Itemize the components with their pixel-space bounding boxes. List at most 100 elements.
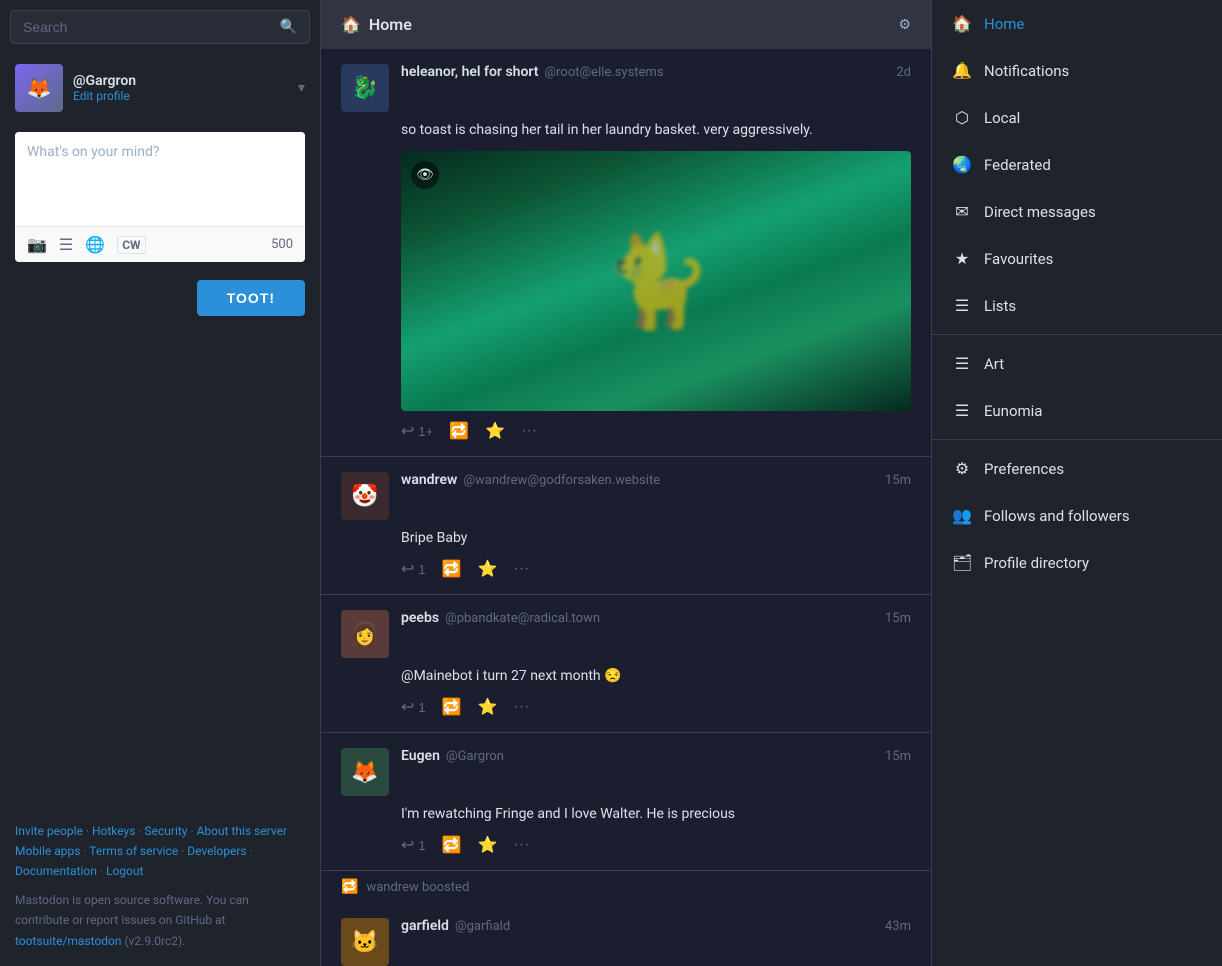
post-actions: ↩ 1 🔁 ⭐ ···: [401, 835, 911, 855]
favourite-button[interactable]: ⭐: [478, 559, 498, 579]
post-header: 🤡 wandrew @wandrew@godforsaken.website 1…: [341, 472, 911, 520]
text-icon[interactable]: ☰: [59, 235, 73, 254]
invite-people-link[interactable]: Invite people: [15, 824, 83, 838]
sidebar-item-label: Art: [984, 355, 1004, 373]
nav-divider: [932, 334, 1222, 335]
security-link[interactable]: Security: [145, 824, 188, 838]
reply-button[interactable]: ↩ 1: [401, 697, 426, 717]
column-header: 🏠 Home ⚙: [321, 0, 931, 49]
post-header: 🐉 heleanor, hel for short @root@elle.sys…: [341, 64, 911, 112]
post-author: Eugen @Gargron 15m: [401, 748, 911, 764]
sidebar-item-federated[interactable]: 🌏 Federated: [932, 141, 1222, 188]
reply-button[interactable]: ↩ 1+: [401, 421, 433, 441]
boost-indicator: 🔁 wandrew boosted: [321, 871, 931, 903]
avatar: 🐱: [341, 918, 389, 966]
globe-icon[interactable]: 🌐: [85, 235, 105, 254]
post-content: @Mainebot i turn 27 next month 😒: [401, 666, 911, 687]
center-column: 🏠 Home ⚙ 🐉 heleanor, hel for short @root…: [320, 0, 932, 966]
char-count: 500: [271, 237, 293, 252]
search-bar[interactable]: 🔍: [10, 10, 310, 44]
developers-link[interactable]: Developers: [187, 844, 246, 858]
sidebar-item-direct-messages[interactable]: ✉ Direct messages: [932, 188, 1222, 235]
post-name: peebs: [401, 610, 439, 626]
sidebar-item-favourites[interactable]: ★ Favourites: [932, 235, 1222, 282]
more-button[interactable]: ···: [513, 836, 529, 854]
post-image[interactable]: 👁 🐈: [401, 151, 911, 411]
search-input[interactable]: [23, 19, 280, 35]
column-settings-icon[interactable]: ⚙: [898, 17, 911, 33]
profile-dropdown-toggle[interactable]: ▾: [298, 80, 305, 96]
post-content: so toast is chasing her tail in her laun…: [401, 120, 911, 141]
avatar: 👩: [341, 610, 389, 658]
post-author: peebs @pbandkate@radical.town 15m: [401, 610, 911, 626]
boost-icon: 🔁: [341, 879, 358, 895]
sidebar-item-local[interactable]: ⬡ Local: [932, 94, 1222, 141]
boost-button[interactable]: 🔁: [449, 421, 469, 441]
post-author: garfield @garfiald 43m: [401, 918, 911, 934]
left-footer: Invite people · Hotkeys · Security · Abo…: [0, 806, 320, 966]
logout-link[interactable]: Logout: [106, 864, 143, 878]
boost-button[interactable]: 🔁: [442, 835, 462, 855]
bell-icon: 🔔: [952, 61, 972, 80]
avatar-image: 🦊: [15, 64, 63, 112]
sidebar-item-lists[interactable]: ☰ Lists: [932, 282, 1222, 329]
sidebar-item-profile-directory[interactable]: 🗂 Profile directory: [932, 539, 1222, 586]
post-handle: @garfiald: [455, 919, 510, 934]
compose-box: 📷 ☰ 🌐 CW 500: [15, 132, 305, 262]
about-link[interactable]: About this server: [197, 824, 287, 838]
reply-count: 1: [418, 838, 425, 853]
favourite-button[interactable]: ⭐: [478, 835, 498, 855]
profile-edit-link[interactable]: Edit profile: [73, 89, 288, 103]
reply-count: 1: [418, 562, 425, 577]
post-actions: ↩ 1+ 🔁 ⭐ ···: [401, 421, 911, 441]
boost-button[interactable]: 🔁: [442, 559, 462, 579]
more-button[interactable]: ···: [513, 560, 529, 578]
avatar: 🤡: [341, 472, 389, 520]
sidebar-item-follows-and-followers[interactable]: 👥 Follows and followers: [932, 492, 1222, 539]
compose-textarea[interactable]: [15, 132, 305, 222]
sidebar-item-home[interactable]: 🏠 Home: [932, 0, 1222, 47]
sidebar-item-art[interactable]: ☰ Art: [932, 340, 1222, 387]
post-author: wandrew @wandrew@godforsaken.website 15m: [401, 472, 911, 488]
post-header: 🐱 garfield @garfiald 43m: [341, 918, 911, 966]
sidebar-item-label: Favourites: [984, 250, 1053, 268]
boost-text: wandrew boosted: [366, 880, 469, 895]
repo-link[interactable]: tootsuite/mastodon: [15, 934, 122, 948]
post-handle: @wandrew@godforsaken.website: [463, 473, 660, 488]
terms-link[interactable]: Terms of service: [89, 844, 178, 858]
more-button[interactable]: ···: [513, 698, 529, 716]
profile-section: 🦊 @Gargron Edit profile ▾: [0, 54, 320, 122]
documentation-link[interactable]: Documentation: [15, 864, 97, 878]
sidebar-item-notifications[interactable]: 🔔 Notifications: [932, 47, 1222, 94]
post-image-inner: 👁 🐈: [401, 151, 911, 411]
reply-button[interactable]: ↩ 1: [401, 559, 426, 579]
post-time: 15m: [885, 749, 911, 764]
list-icon: ☰: [952, 296, 972, 315]
sidebar-item-eunomia[interactable]: ☰ Eunomia: [932, 387, 1222, 434]
sidebar-item-label: Federated: [984, 156, 1051, 174]
post-actions: ↩ 1 🔁 ⭐ ···: [401, 697, 911, 717]
sidebar-item-label: Notifications: [984, 62, 1069, 80]
eye-icon: 👁: [411, 161, 439, 189]
profile-handle: @Gargron: [73, 73, 288, 89]
column-title: 🏠 Home: [341, 15, 412, 34]
boost-button[interactable]: 🔁: [442, 697, 462, 717]
sidebar-item-preferences[interactable]: ⚙ Preferences: [932, 445, 1222, 492]
toot-button[interactable]: TOOT!: [197, 280, 305, 316]
reply-count: 1+: [418, 424, 433, 439]
post-name: heleanor, hel for short: [401, 64, 538, 80]
post-header: 🦊 Eugen @Gargron 15m: [341, 748, 911, 796]
reply-button[interactable]: ↩ 1: [401, 835, 426, 855]
avatar: 🐉: [341, 64, 389, 112]
favourite-button[interactable]: ⭐: [485, 421, 505, 441]
footer-description: Mastodon is open source software. You ca…: [15, 890, 305, 951]
hotkeys-link[interactable]: Hotkeys: [92, 824, 135, 838]
table-row: 🐉 heleanor, hel for short @root@elle.sys…: [321, 49, 931, 457]
favourite-button[interactable]: ⭐: [478, 697, 498, 717]
more-button[interactable]: ···: [521, 422, 537, 440]
eunomia-icon: ☰: [952, 401, 972, 420]
mobile-apps-link[interactable]: Mobile apps: [15, 844, 80, 858]
cw-button[interactable]: CW: [117, 236, 145, 254]
camera-icon[interactable]: 📷: [27, 235, 47, 254]
sidebar-item-label: Home: [984, 15, 1024, 33]
